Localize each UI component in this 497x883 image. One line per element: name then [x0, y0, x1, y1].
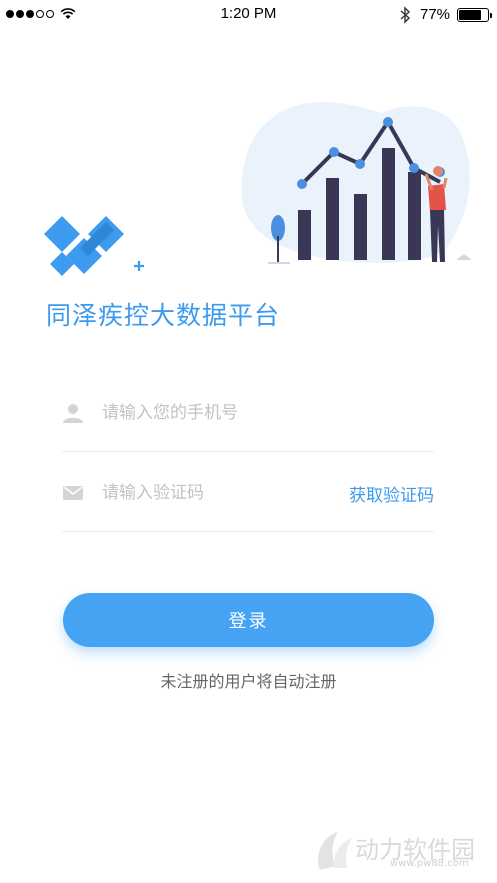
battery-percent: 77%	[420, 6, 451, 23]
login-button[interactable]: 登录	[63, 593, 434, 647]
mail-icon	[63, 486, 83, 500]
battery-icon	[457, 8, 492, 22]
auto-register-note: 未注册的用户将自动注册	[160, 672, 337, 691]
status-bar: 1:20 PM 77%	[0, 0, 497, 30]
verification-code-field: 获取验证码	[62, 454, 434, 532]
verification-code-input[interactable]	[102, 476, 332, 510]
data-analytics-illustration	[241, 102, 472, 264]
user-icon	[63, 404, 83, 423]
app-title: 同泽疾控大数据平台	[46, 301, 281, 330]
get-code-button[interactable]: 获取验证码	[349, 481, 434, 506]
phone-field	[62, 374, 434, 452]
watermark-url: www.pw88.com	[390, 858, 469, 869]
bluetooth-icon	[400, 6, 411, 24]
app-logo	[44, 216, 144, 276]
phone-input[interactable]	[102, 396, 332, 430]
